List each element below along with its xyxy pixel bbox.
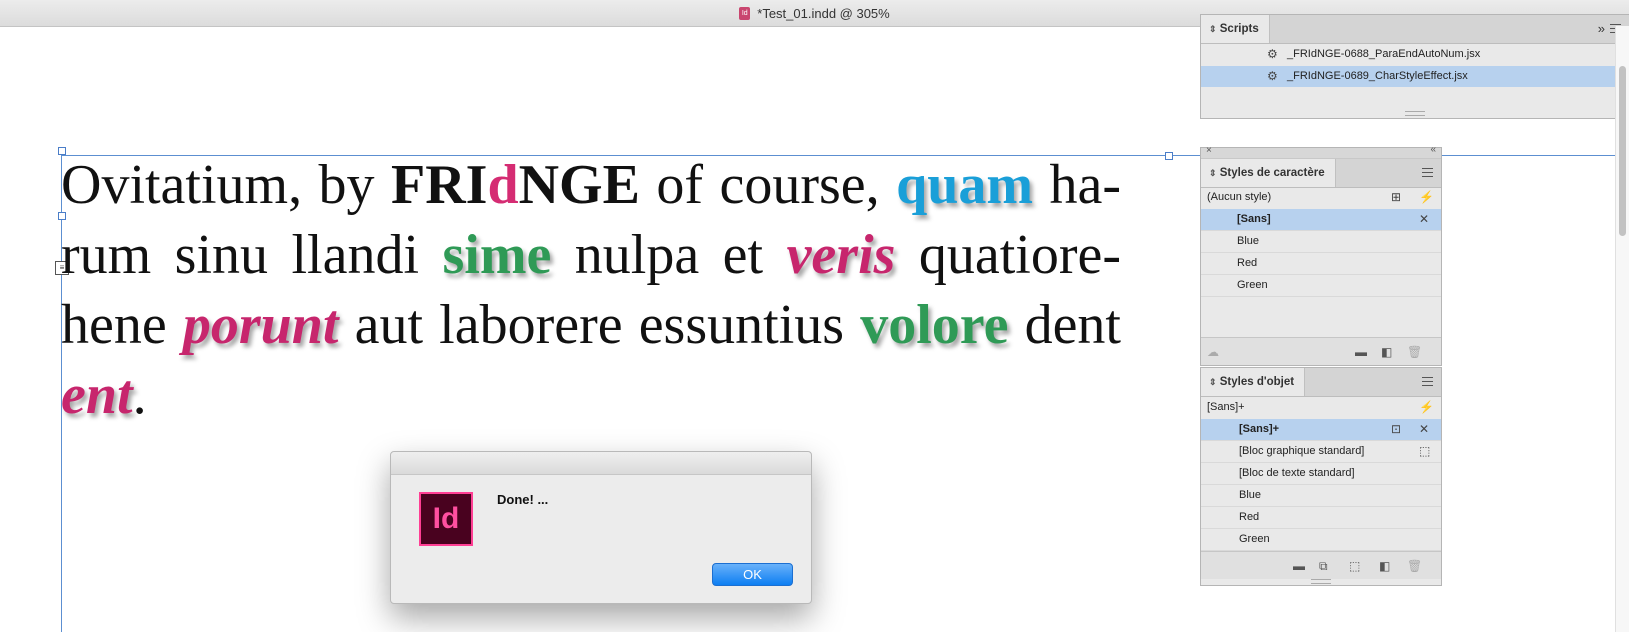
script-file-icon: ⚙ xyxy=(1267,69,1278,83)
style-item-selected[interactable]: [Sans] ✕ xyxy=(1201,209,1441,231)
indesign-app-icon: Id xyxy=(419,492,473,546)
style-item-label: [Sans]+ xyxy=(1239,423,1280,435)
style-item[interactable]: Red xyxy=(1201,253,1441,275)
styled-word-red: ent xyxy=(61,364,133,426)
trash-icon[interactable]: 🗑 xyxy=(1407,559,1422,573)
styled-word-red: veris xyxy=(786,224,896,286)
scripts-panel: ⇕ Scripts » ⚙ _FRIdNGE-0688_ParaEndAutoN… xyxy=(1200,14,1629,119)
clear-overrides-footer-icon[interactable]: ⧉ xyxy=(1319,559,1328,574)
style-item-selected[interactable]: [Sans]+ ⊡ ✕ xyxy=(1201,419,1441,441)
close-icon[interactable]: × xyxy=(1206,145,1212,156)
script-item-label: _FRIdNGE-0689_CharStyleEffect.jsx xyxy=(1287,70,1468,82)
cc-library-icon[interactable]: ☁ xyxy=(1207,345,1219,359)
brand-word: FRIdNGE xyxy=(391,154,640,216)
text-run: . xyxy=(132,364,147,426)
object-styles-footer: ▬ ⧉ ⬚ ◧ 🗑 xyxy=(1201,551,1441,579)
text-frame[interactable]: Ovitatium, by FRIdNGE of course, quam ha… xyxy=(61,150,1121,430)
clear-attributes-icon[interactable]: ⬚ xyxy=(1349,559,1360,573)
style-overrides-icon[interactable]: ⊡ xyxy=(1391,419,1401,440)
script-item[interactable]: ⚙ _FRIdNGE-0688_ParaEndAutoNum.jsx xyxy=(1201,44,1629,65)
indesign-doc-icon: Id xyxy=(739,6,751,20)
style-item-label: [Bloc de texte standard] xyxy=(1239,467,1355,479)
alert-dialog: Id Done! ... OK xyxy=(390,451,812,604)
text-run: dent xyxy=(1008,294,1121,356)
styled-word-green: sime xyxy=(442,224,552,286)
frame-handle-top-mid[interactable] xyxy=(1165,152,1173,160)
tab-object-styles[interactable]: ⇕ Styles d'objet xyxy=(1201,368,1306,396)
style-item-label: [Bloc graphique standard] xyxy=(1239,445,1365,457)
tab-character-styles-label: Styles de caractère xyxy=(1219,167,1325,179)
char-styles-tab-row: ⇕ Styles de caractère xyxy=(1201,159,1441,188)
style-item[interactable]: Blue xyxy=(1201,485,1441,507)
brand-part-b: NGE xyxy=(518,154,640,216)
script-file-icon: ⚙ xyxy=(1267,47,1278,61)
style-item-label: [Sans] xyxy=(1237,213,1271,225)
panel-top-bar: × « xyxy=(1201,144,1441,159)
collapse-chevron-icon: ⇕ xyxy=(1209,377,1217,387)
scripts-tab-row: ⇕ Scripts » xyxy=(1201,15,1629,44)
new-group-folder-icon[interactable]: ▬ xyxy=(1355,345,1367,359)
style-item-label: Green xyxy=(1239,533,1270,545)
current-style-row: (Aucun style) ⊞ ⚡ xyxy=(1201,187,1441,208)
text-run: aut laborere essuntius xyxy=(338,294,861,356)
character-styles-panel: × « ⇕ Styles de caractère (Aucun style) … xyxy=(1200,144,1442,366)
object-styles-panel: ⇕ Styles d'objet [Sans]+ ⚡ [Sans]+ ⊡ ✕ [… xyxy=(1200,367,1442,586)
current-style-label: (Aucun style) xyxy=(1207,191,1272,203)
panel-menu-icon[interactable] xyxy=(1422,377,1433,386)
style-item[interactable]: Blue xyxy=(1201,231,1441,253)
graphic-frame-icon: ⬚ xyxy=(1419,444,1431,458)
dialog-message: Done! ... xyxy=(497,492,549,507)
style-item[interactable]: Red xyxy=(1201,507,1441,529)
brand-part-a: FRI xyxy=(390,154,488,216)
style-item-label: Red xyxy=(1237,257,1258,269)
resize-grip[interactable] xyxy=(1405,111,1425,116)
styled-word-green: volore xyxy=(860,294,1009,356)
style-item[interactable]: Green xyxy=(1201,529,1441,551)
style-item-label: Red xyxy=(1239,511,1260,523)
style-item[interactable]: [Bloc de texte standard] xyxy=(1201,463,1441,485)
trash-icon[interactable]: 🗑 xyxy=(1407,345,1422,359)
resize-grip[interactable] xyxy=(1311,579,1331,584)
brand-letter-d: d xyxy=(487,154,519,216)
tab-scripts-label: Scripts xyxy=(1219,23,1259,35)
style-item-label: Blue xyxy=(1237,235,1260,247)
window-title: *Test_01.indd @ 305% xyxy=(757,5,890,21)
collapse-icon[interactable]: « xyxy=(1430,144,1436,155)
new-style-icon[interactable]: ◧ xyxy=(1381,345,1392,359)
collapse-chevron-icon: ⇕ xyxy=(1209,168,1217,178)
current-style-label: [Sans]+ xyxy=(1207,401,1245,413)
text-run: nulpa et xyxy=(551,224,787,286)
new-style-icon[interactable]: ◧ xyxy=(1379,559,1390,573)
style-item[interactable]: Green xyxy=(1201,275,1441,297)
tab-scripts[interactable]: ⇕ Scripts xyxy=(1201,15,1270,43)
object-styles-tab-row: ⇕ Styles d'objet xyxy=(1201,368,1441,397)
dialog-title-bar[interactable] xyxy=(391,452,811,475)
style-item[interactable]: [Bloc graphique standard] ⬚ xyxy=(1201,441,1441,463)
tab-object-styles-label: Styles d'objet xyxy=(1219,376,1295,388)
style-item-label: Blue xyxy=(1239,489,1262,501)
styled-word-blue: quam xyxy=(896,154,1034,216)
char-styles-footer: ☁ ▬ ◧ 🗑 xyxy=(1201,337,1441,365)
style-item-label: Green xyxy=(1237,279,1268,291)
styled-word-red: porunt xyxy=(182,294,339,356)
clear-overrides-icon[interactable]: ✕ xyxy=(1419,209,1429,230)
panel-expand-icon[interactable]: » xyxy=(1598,21,1605,36)
ok-button[interactable]: OK xyxy=(712,563,793,586)
new-style-from-selection-icon[interactable]: ⊞ xyxy=(1391,187,1401,208)
tab-character-styles[interactable]: ⇕ Styles de caractère xyxy=(1201,159,1336,187)
scrollbar-thumb[interactable] xyxy=(1619,66,1626,236)
script-item-selected[interactable]: ⚙ _FRIdNGE-0689_CharStyleEffect.jsx xyxy=(1201,66,1616,87)
quick-apply-icon[interactable]: ⚡ xyxy=(1419,397,1434,418)
quick-apply-icon[interactable]: ⚡ xyxy=(1419,187,1434,208)
document-scrollbar[interactable] xyxy=(1615,26,1629,632)
panel-menu-icon[interactable] xyxy=(1422,168,1433,177)
text-run: of course, xyxy=(639,154,897,216)
current-style-row: [Sans]+ ⚡ xyxy=(1201,397,1441,418)
collapse-chevron-icon: ⇕ xyxy=(1209,24,1217,34)
script-item-label: _FRIdNGE-0688_ParaEndAutoNum.jsx xyxy=(1287,48,1481,60)
new-group-folder-icon[interactable]: ▬ xyxy=(1293,559,1305,573)
clear-overrides-icon[interactable]: ✕ xyxy=(1419,419,1429,440)
text-run: Ovitatium, by xyxy=(61,154,391,216)
